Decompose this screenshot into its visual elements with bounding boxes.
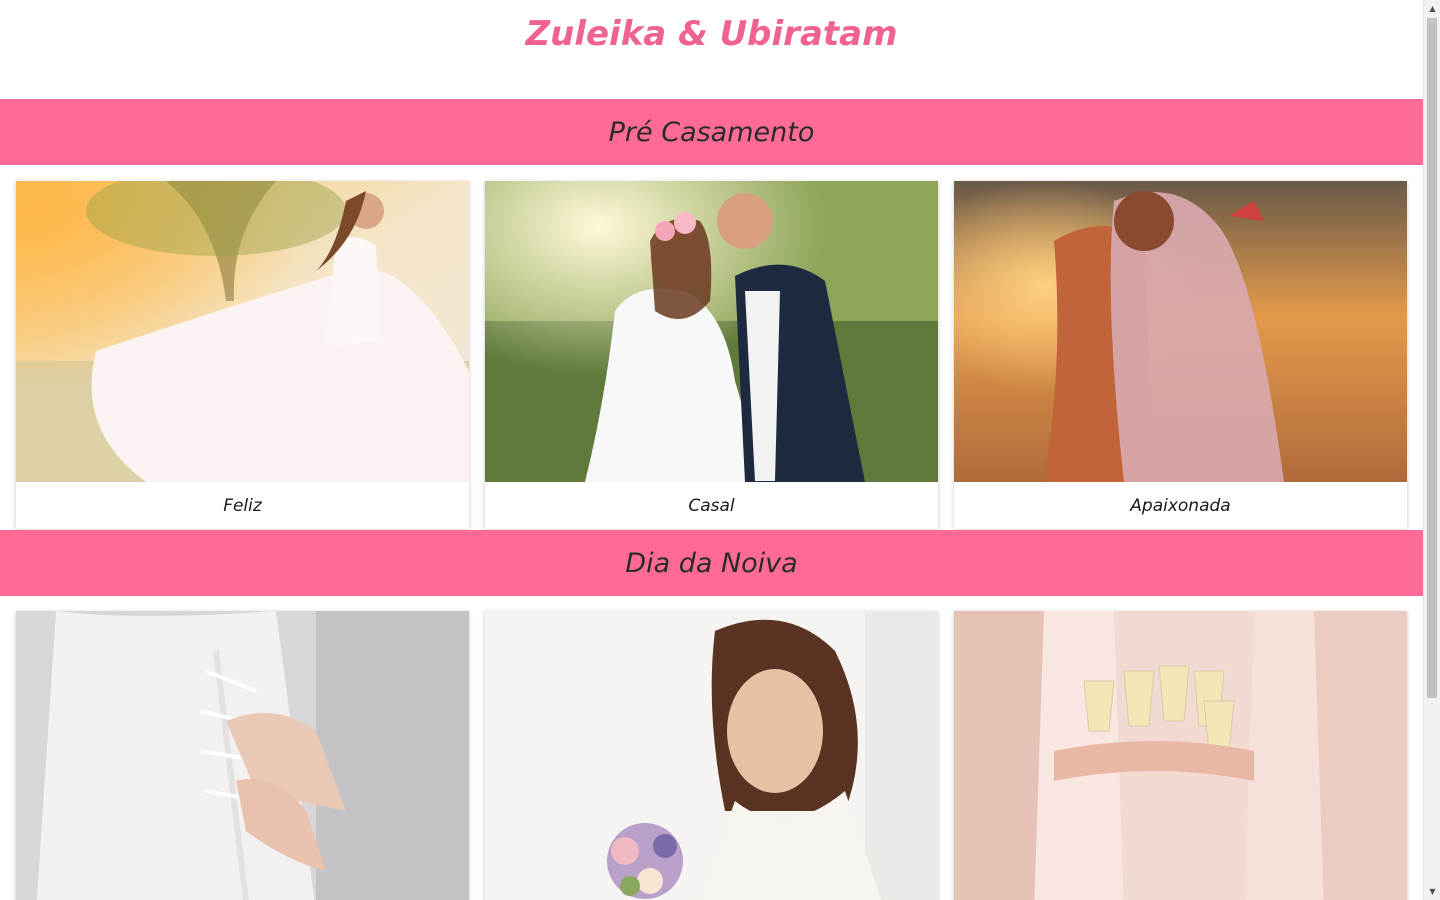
scrollbar-thumb[interactable]	[1427, 18, 1437, 698]
bride-with-bouquet-photo	[485, 611, 938, 900]
section-heading-pre-casamento: Pré Casamento	[0, 99, 1423, 165]
card-caption: Feliz	[223, 495, 262, 516]
site-title: Zuleika & Ubiratam	[525, 14, 898, 54]
couple-kissing-sunset-photo	[954, 181, 1407, 482]
gallery-card-dress-lacing[interactable]	[16, 611, 469, 900]
scroll-up-arrow-icon[interactable]: ▲	[1424, 0, 1440, 17]
gallery-card-feliz[interactable]: Feliz	[16, 181, 469, 529]
card-caption: Casal	[688, 495, 735, 516]
gallery-card-bride-bouquet[interactable]	[485, 611, 938, 900]
bridesmaids-toast-champagne-photo	[954, 611, 1407, 900]
gallery-card-casal[interactable]: Casal	[485, 181, 938, 529]
scroll-down-arrow-icon[interactable]: ▼	[1424, 883, 1440, 900]
gallery-card-bridesmaids-toast[interactable]	[954, 611, 1407, 900]
page: Zuleika & Ubiratam Pré Casamento Feliz C…	[0, 0, 1423, 900]
bride-and-groom-couple-photo	[485, 181, 938, 482]
dress-lacing-detail-photo	[16, 611, 469, 900]
section-heading-dia-da-noiva: Dia da Noiva	[0, 530, 1423, 596]
vertical-scrollbar[interactable]: ▲ ▼	[1423, 0, 1440, 900]
gallery-card-apaixonada[interactable]: Apaixonada	[954, 181, 1407, 529]
bride-twirling-dress-photo	[16, 181, 469, 482]
card-caption: Apaixonada	[1130, 495, 1231, 516]
